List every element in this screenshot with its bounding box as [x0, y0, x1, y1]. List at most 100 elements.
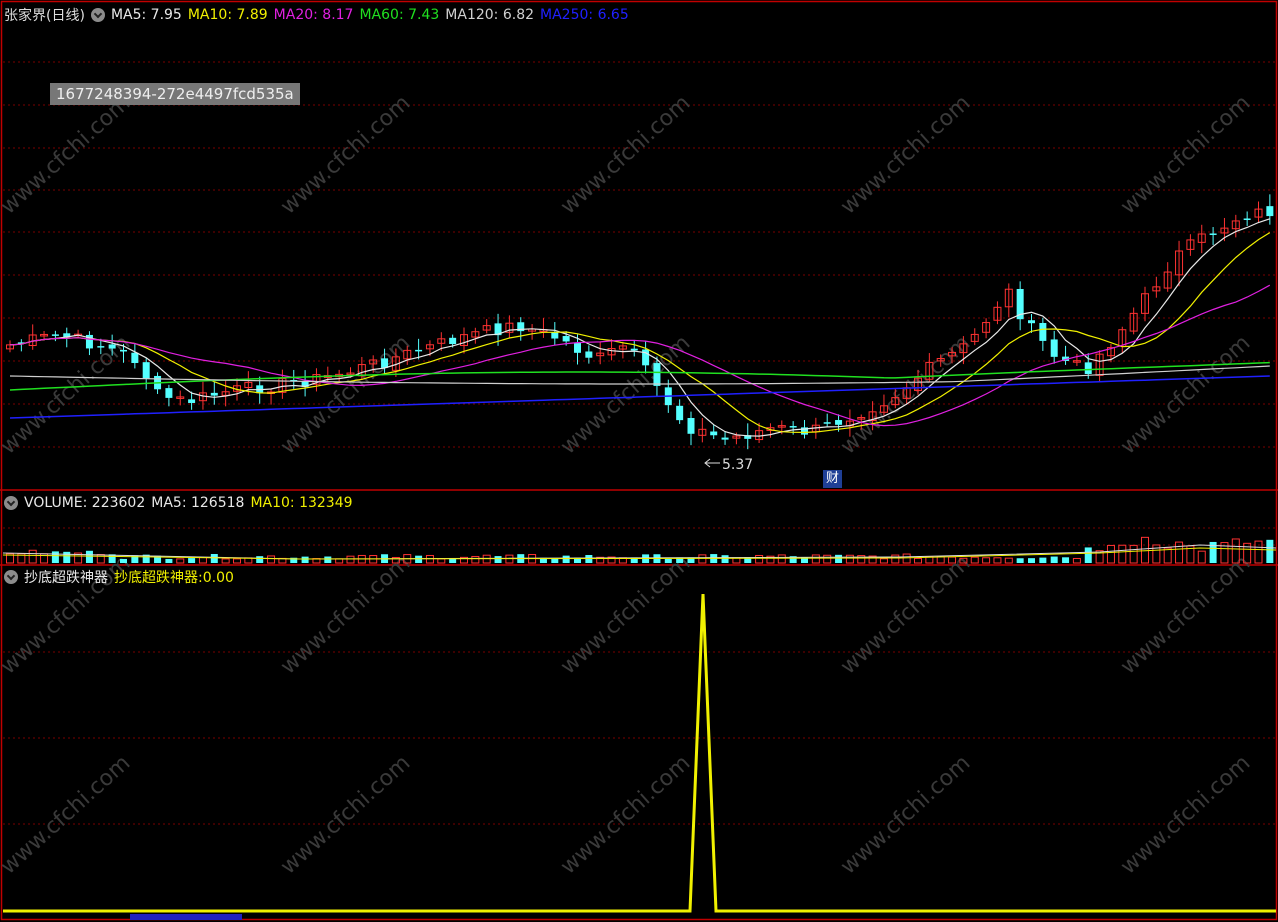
candle-body	[188, 399, 196, 403]
watermark: www.cfchi.com	[836, 551, 975, 680]
watermark: www.cfchi.com	[1116, 91, 1255, 220]
candle-body	[449, 337, 457, 345]
candle-body	[415, 349, 423, 352]
volume-bar	[1039, 557, 1047, 563]
watermark: www.cfchi.com	[276, 551, 415, 680]
settings-icon[interactable]	[4, 496, 18, 510]
indicator-layer	[3, 593, 1276, 920]
ma20-line	[9, 284, 1271, 427]
low-marker-label: 5.37	[722, 457, 753, 473]
volume-bar	[471, 555, 480, 564]
chart-canvas[interactable]: www.cfchi.com www.cfchi.com www.cfchi.com w…	[0, 0, 1278, 922]
volume-bar	[415, 555, 423, 563]
watermark: www.cfchi.com	[556, 91, 695, 220]
volume-ma10: MA10: 132349	[250, 495, 353, 511]
volume-bar	[301, 556, 309, 563]
indicator-value: 抄底超跌神器:0.00	[114, 570, 234, 586]
volume-bar	[970, 556, 979, 564]
candle-body	[1084, 362, 1092, 375]
volume-bar	[562, 555, 570, 563]
volume-bar	[1028, 558, 1035, 563]
candle-body	[51, 334, 59, 336]
volume-bar	[1004, 557, 1013, 564]
watermark: www.cfchi.com	[276, 751, 415, 880]
candle-body	[1028, 320, 1035, 324]
volume-bar	[267, 555, 276, 564]
candle-body	[653, 363, 661, 386]
price-layer	[6, 194, 1274, 450]
candle-body	[562, 336, 570, 342]
candle-body	[710, 431, 718, 436]
volume-bar	[1084, 547, 1092, 563]
candle-body	[630, 348, 638, 351]
candle-body	[1243, 218, 1251, 220]
candle-body	[835, 420, 843, 425]
candle-body	[721, 437, 729, 440]
watermark: www.cfchi.com	[0, 751, 135, 880]
candle-body	[165, 388, 173, 398]
volume-bar	[324, 556, 332, 563]
candle-body	[687, 418, 695, 434]
candle-body	[574, 342, 581, 353]
settings-icon[interactable]	[4, 570, 18, 584]
candle-body	[210, 392, 218, 396]
volume-bar	[845, 554, 854, 564]
volume-bar	[85, 550, 93, 563]
candle-body	[585, 351, 593, 358]
volume-bar	[664, 558, 672, 563]
volume-bar	[1050, 556, 1058, 563]
volume-bar	[346, 555, 355, 564]
volume-bar	[1254, 540, 1263, 564]
volume-bar	[1106, 544, 1115, 564]
stock-chart[interactable]: www.cfchi.com www.cfchi.com www.cfchi.com w…	[0, 0, 1278, 922]
volume-bar	[494, 556, 502, 563]
ma250-legend: MA250: 6.65	[540, 7, 629, 23]
volume-legend: VOLUME: 223602 MA5: 126518 MA10: 132349	[4, 493, 353, 513]
candle-body	[381, 358, 389, 368]
candle-body	[142, 362, 150, 379]
volume-layer	[2, 536, 1277, 564]
candle-body	[676, 405, 684, 421]
volume-bar	[1062, 557, 1070, 563]
volume-bar	[982, 557, 991, 564]
finance-badge[interactable]: 财	[823, 470, 843, 488]
ma20-legend: MA20: 8.17	[273, 7, 354, 23]
volume-bar	[221, 558, 230, 564]
volume-bar	[198, 557, 207, 564]
volume-bar	[28, 549, 37, 564]
watermark: www.cfchi.com	[0, 91, 135, 220]
watermark: www.cfchi.com	[836, 751, 975, 880]
volume-bar	[188, 558, 196, 563]
stock-title: 张家界(日线)	[4, 8, 85, 24]
scrollbar-thumb[interactable]	[130, 914, 242, 920]
annotation-layer: 5.37	[704, 457, 753, 473]
watermark: www.cfchi.com	[1116, 551, 1255, 680]
volume-bar	[437, 558, 446, 564]
volume-ma5: MA5: 126518	[151, 495, 245, 511]
volume-bar	[891, 554, 900, 564]
watermark-layer: www.cfchi.com www.cfchi.com www.cfchi.com w…	[0, 91, 1255, 880]
volume-bar	[902, 553, 911, 564]
watermark: www.cfchi.com	[276, 91, 415, 220]
candle-body	[551, 332, 559, 339]
watermark: www.cfchi.com	[556, 551, 695, 680]
settings-icon[interactable]	[90, 8, 105, 22]
volume-bar	[835, 554, 843, 563]
watermark: www.cfchi.com	[276, 331, 415, 460]
candle-body	[97, 346, 105, 348]
volume-bar	[1118, 544, 1127, 564]
volume-bar	[811, 554, 820, 564]
indicator-name: 抄底超跌神器	[24, 570, 108, 586]
ma10-line	[9, 232, 1271, 434]
volume-bar	[936, 556, 945, 564]
candle-body	[1050, 339, 1058, 357]
volume-bar	[233, 558, 241, 564]
candle-body	[789, 426, 797, 428]
volume-bar	[1163, 547, 1172, 564]
volume-bar	[335, 558, 344, 564]
ma120-legend: MA120: 6.82	[445, 7, 535, 23]
volume-bar	[1197, 550, 1206, 564]
volume-bar	[51, 551, 59, 563]
candle-body	[1266, 206, 1274, 217]
watermark: www.cfchi.com	[836, 91, 975, 220]
